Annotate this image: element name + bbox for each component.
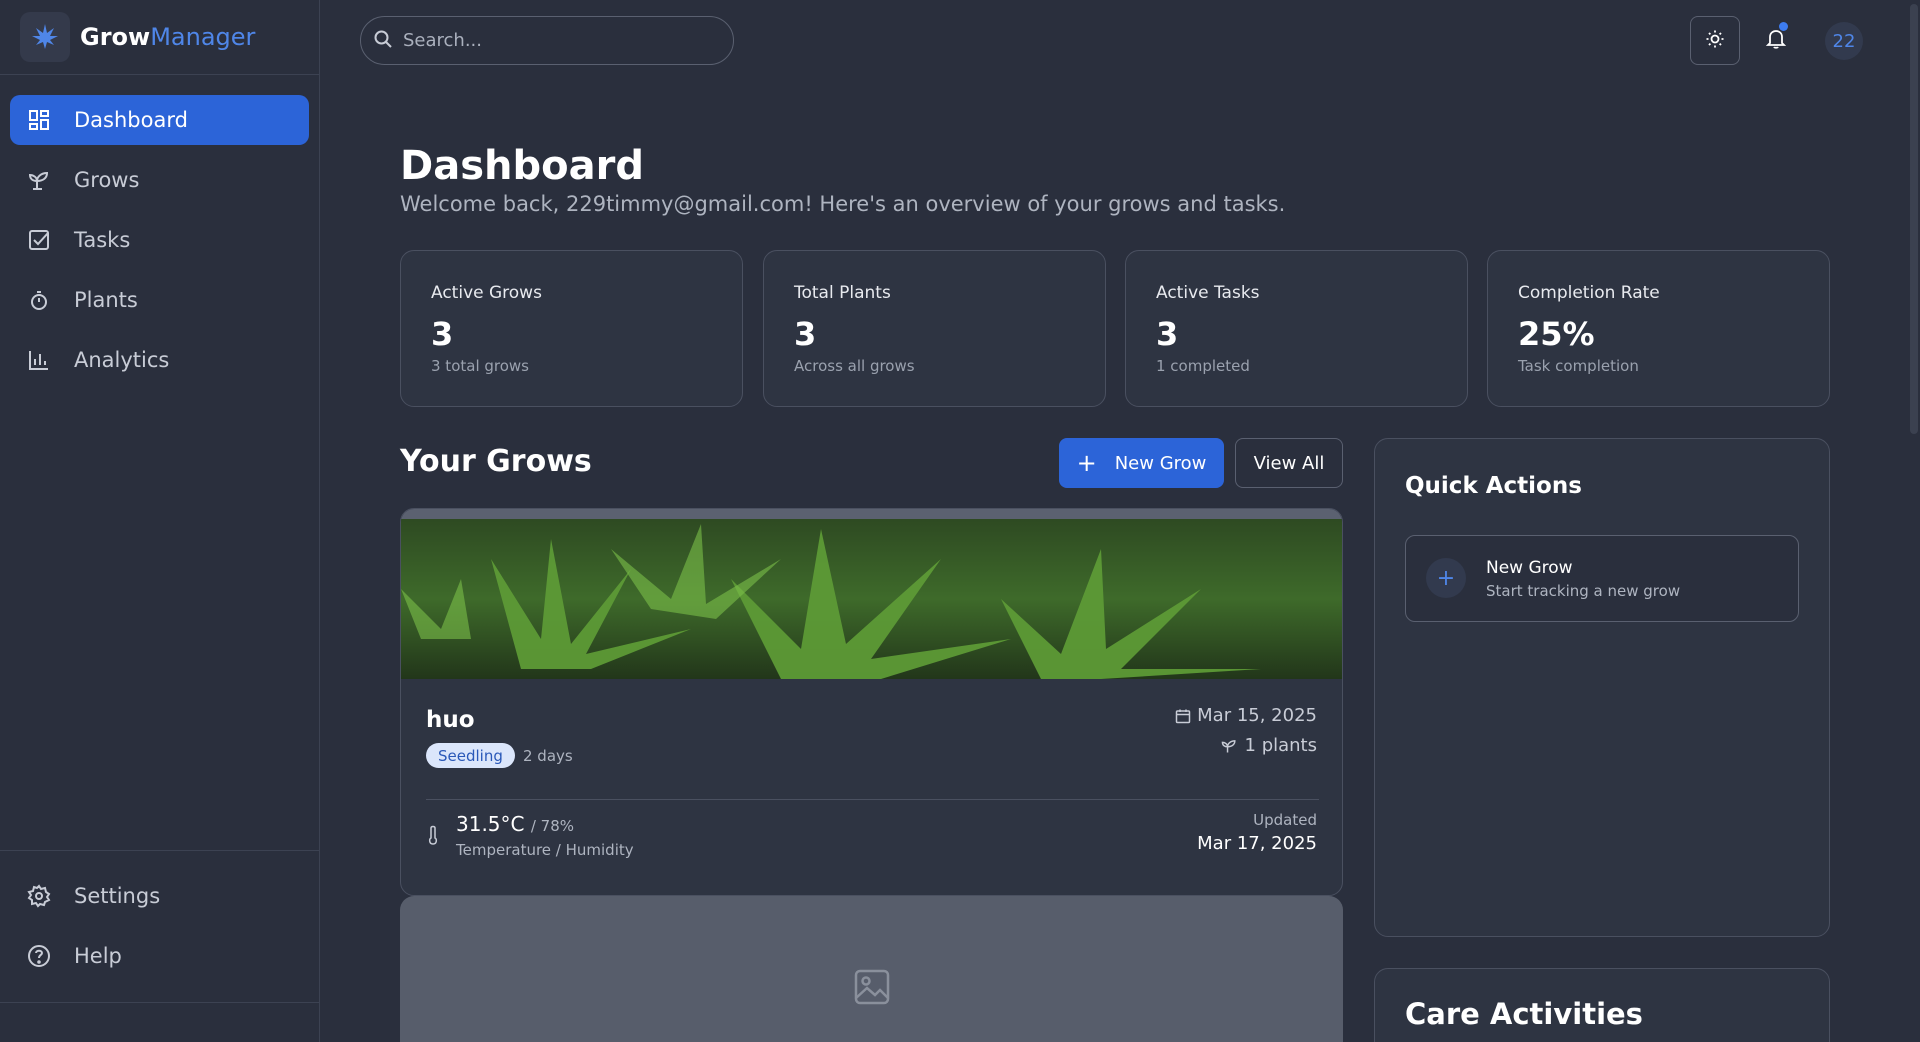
grow-name: huo	[426, 707, 475, 733]
grow-plant-count: 1 plants	[1221, 735, 1317, 756]
plus-icon: +	[1076, 449, 1097, 477]
page-title: Dashboard	[400, 143, 644, 189]
divider	[426, 799, 1319, 800]
quick-actions-card: Quick Actions + New Grow Start tracking …	[1374, 438, 1830, 937]
stat-label: Active Tasks	[1156, 283, 1260, 303]
sidebar: GrowManager Dashboard Grows Tasks Plants…	[0, 0, 320, 1042]
help-circle-icon	[26, 943, 52, 969]
stat-label: Active Grows	[431, 283, 542, 303]
sidebar-item-label: Tasks	[74, 228, 131, 252]
stat-value: 25%	[1518, 315, 1595, 353]
new-grow-button[interactable]: + New Grow	[1059, 438, 1224, 488]
brand[interactable]: GrowManager	[0, 0, 319, 75]
grow-age: 2 days	[523, 747, 573, 765]
sidebar-item-label: Help	[74, 944, 122, 968]
environment-label: Temperature / Humidity	[456, 841, 634, 859]
stat-card-active-grows: Active Grows 3 3 total grows	[400, 250, 743, 407]
image-placeholder-icon	[853, 968, 891, 1010]
sprout-icon	[1221, 738, 1237, 754]
grow-card[interactable]: huo Seedling 2 days Mar 15, 2025 1 plant…	[400, 508, 1343, 896]
sidebar-item-plants[interactable]: Plants	[10, 275, 309, 325]
cannabis-leaf-icon	[20, 12, 70, 62]
stat-label: Total Plants	[794, 283, 891, 303]
dashboard-grid-icon	[26, 107, 52, 133]
temperature-value: 31.5°C	[456, 812, 525, 836]
stat-hint: 3 total grows	[431, 357, 529, 375]
sun-icon	[1705, 29, 1725, 53]
sidebar-item-analytics[interactable]: Analytics	[10, 335, 309, 385]
stat-label: Completion Rate	[1518, 283, 1660, 303]
stage-badge: Seedling	[426, 743, 515, 768]
thermometer-icon	[426, 825, 440, 851]
gear-icon	[26, 883, 52, 909]
notifications-button[interactable]	[1760, 22, 1792, 56]
sidebar-nav: Dashboard Grows Tasks Plants Analytics	[0, 75, 319, 415]
your-grows-title: Your Grows	[400, 444, 592, 479]
view-all-button[interactable]: View All	[1235, 438, 1343, 488]
sidebar-bottom-nav: Settings Help	[0, 850, 320, 991]
grow-start-date: Mar 15, 2025	[1175, 705, 1317, 726]
sprout-icon	[26, 167, 52, 193]
sidebar-item-tasks[interactable]: Tasks	[10, 215, 309, 265]
grow-date-text: Mar 15, 2025	[1197, 705, 1317, 726]
brand-name: GrowManager	[80, 23, 255, 51]
sidebar-item-label: Plants	[74, 288, 138, 312]
grow-photo	[401, 519, 1342, 679]
stat-value: 3	[794, 315, 817, 353]
image-top-strip	[401, 509, 1342, 519]
bar-chart-icon	[26, 347, 52, 373]
scrollbar-thumb[interactable]	[1910, 4, 1918, 434]
sidebar-footer	[0, 1002, 320, 1003]
search-input[interactable]	[403, 30, 703, 51]
sidebar-item-label: Grows	[74, 168, 140, 192]
brand-name-part2: Manager	[150, 23, 256, 51]
sidebar-item-label: Analytics	[74, 348, 170, 372]
timer-icon	[26, 287, 52, 313]
care-activities-card: Care Activities	[1374, 968, 1830, 1042]
stat-hint: 1 completed	[1156, 357, 1250, 375]
grow-card-placeholder[interactable]	[400, 896, 1343, 1042]
scrollbar[interactable]	[1908, 0, 1920, 1042]
notification-dot	[1779, 22, 1788, 31]
stat-hint: Task completion	[1518, 357, 1639, 375]
sidebar-item-settings[interactable]: Settings	[10, 871, 310, 921]
temperature-reading: 31.5°C / 78%	[456, 812, 574, 836]
humidity-value: / 78%	[530, 817, 575, 835]
updated-date: Mar 17, 2025	[1197, 833, 1317, 854]
plus-icon: +	[1426, 558, 1466, 598]
stat-card-completion-rate: Completion Rate 25% Task completion	[1487, 250, 1830, 407]
sidebar-item-help[interactable]: Help	[10, 931, 310, 981]
page-subtitle: Welcome back, 229timmy@gmail.com! Here's…	[400, 192, 1286, 216]
theme-toggle-button[interactable]	[1690, 16, 1740, 65]
sidebar-item-dashboard[interactable]: Dashboard	[10, 95, 309, 145]
new-grow-button-label: New Grow	[1114, 452, 1207, 474]
calendar-icon	[1175, 708, 1191, 724]
search-icon	[373, 29, 393, 53]
grow-plants-text: 1 plants	[1244, 735, 1317, 756]
care-activities-title: Care Activities	[1405, 997, 1643, 1031]
sidebar-item-label: Settings	[74, 884, 161, 908]
quick-actions-title: Quick Actions	[1405, 473, 1582, 499]
stat-hint: Across all grows	[794, 357, 915, 375]
stat-card-total-plants: Total Plants 3 Across all grows	[763, 250, 1106, 407]
avatar[interactable]: 22	[1825, 22, 1863, 60]
quick-action-name: New Grow	[1486, 558, 1573, 578]
checkbox-icon	[26, 227, 52, 253]
search-bar[interactable]	[360, 16, 734, 65]
updated-label: Updated	[1253, 811, 1317, 829]
stat-value: 3	[431, 315, 454, 353]
brand-name-part1: Grow	[80, 23, 151, 51]
stat-value: 3	[1156, 315, 1179, 353]
sidebar-item-label: Dashboard	[74, 108, 188, 132]
sidebar-item-grows[interactable]: Grows	[10, 155, 309, 205]
stat-card-active-tasks: Active Tasks 3 1 completed	[1125, 250, 1468, 407]
quick-action-new-grow[interactable]: + New Grow Start tracking a new grow	[1405, 535, 1799, 622]
quick-action-desc: Start tracking a new grow	[1486, 582, 1681, 600]
